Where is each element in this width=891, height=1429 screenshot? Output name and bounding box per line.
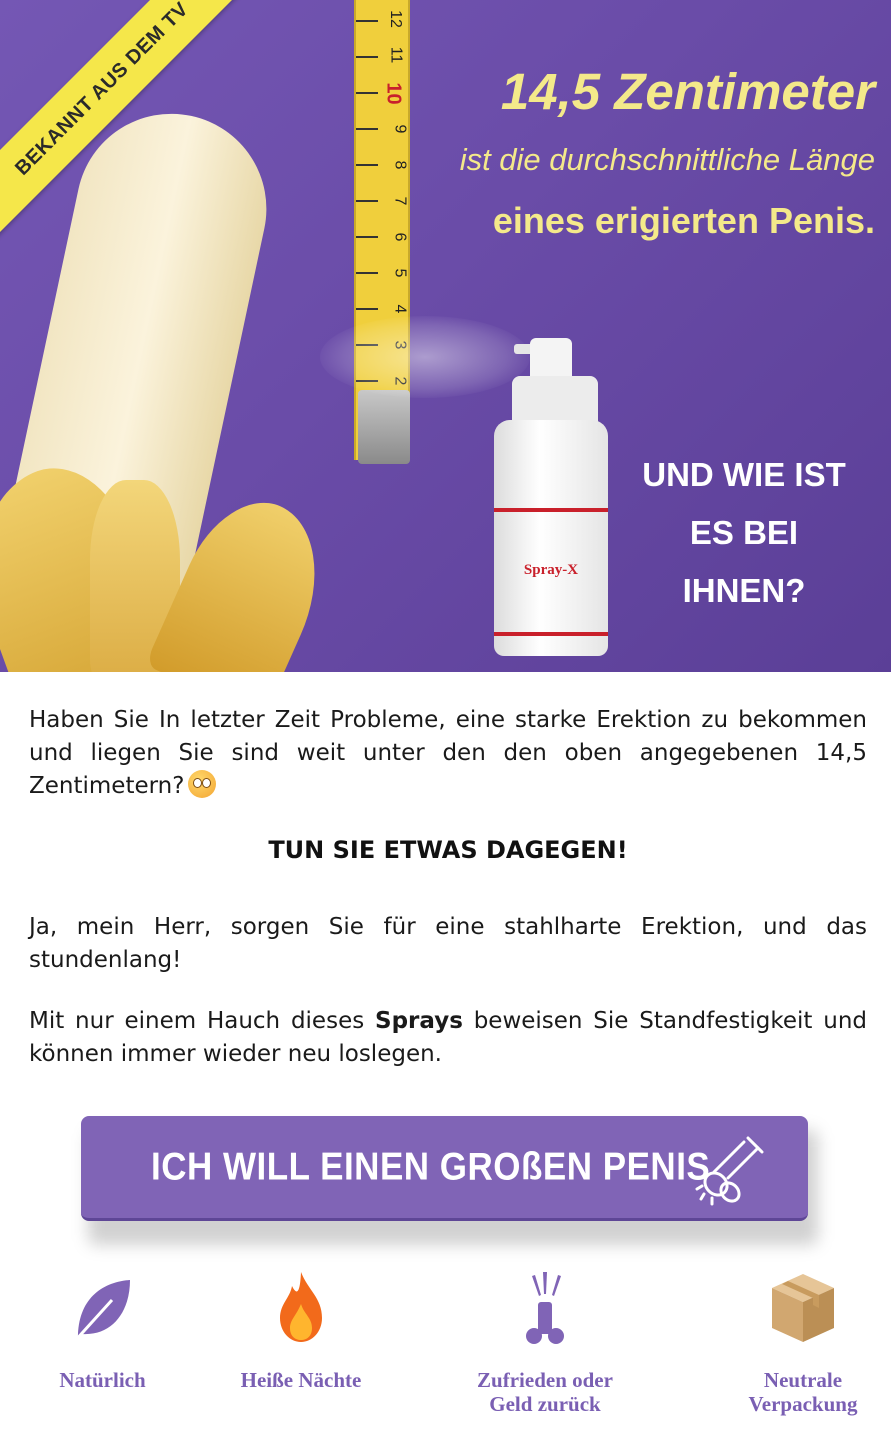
feature-label-line: Verpackung (748, 1392, 858, 1416)
order-cta-button[interactable]: ICH WILL EINEN GROßEN PENIS (81, 1116, 808, 1221)
cta-label: ICH WILL EINEN GROßEN PENIS (151, 1144, 711, 1189)
feature-label-line: Neutrale (763, 1368, 843, 1392)
flame-icon (280, 1272, 322, 1342)
hero-banner: 12 11 10 9 8 7 6 5 4 3 2 Spray-X BEKANNT… (0, 0, 891, 672)
package-icon (772, 1274, 834, 1342)
intro-paragraph: Haben Sie In letzter Zeit Probleme, eine… (29, 704, 867, 803)
feature-satisfaction: Zufrieden oder Geld zurück (450, 1268, 640, 1416)
tape-number: 6 (391, 232, 409, 242)
question-line: UND WIE IST (642, 456, 846, 493)
headline-length: 14,5 Zentimeter (500, 63, 875, 120)
bottle-cap (530, 338, 572, 378)
tape-clip (358, 390, 410, 464)
feature-label: Natürlich (59, 1368, 146, 1392)
tape-number: 9 (391, 124, 409, 134)
question-line: ES BEI IHNEN? (682, 514, 806, 609)
satisfaction-icon (526, 1272, 564, 1344)
bottle-neck (512, 376, 598, 424)
feature-label-line: Zufrieden oder (477, 1368, 613, 1392)
headline-tail: eines erigierten Penis. (492, 200, 875, 241)
feature-label-line: Geld zurück (489, 1392, 601, 1416)
bottle-label: Spray-X (523, 562, 579, 578)
tape-number: 10 (382, 82, 405, 105)
benefit-paragraph: Ja, mein Herr, sorgen Sie für eine stahl… (29, 914, 867, 973)
tape-number: 11 (387, 46, 405, 64)
feature-label: Neutrale Verpackung (728, 1368, 878, 1416)
feature-hot-nights: Heiße Nächte (222, 1268, 380, 1392)
headline-subtitle: ist die durchschnittliche Länge (459, 142, 875, 177)
tape-number: 7 (391, 196, 409, 206)
feature-neutral-packaging: Neutrale Verpackung (728, 1268, 878, 1416)
hero-question: UND WIE IST ES BEI IHNEN? (629, 446, 859, 620)
feature-label: Zufrieden oder Geld zurück (450, 1368, 640, 1416)
tape-number: 12 (387, 10, 405, 28)
spray-mist (320, 316, 530, 398)
penis-outline-icon (694, 1136, 764, 1206)
feature-natural: Natürlich (40, 1268, 165, 1392)
spray-bottle: Spray-X (494, 420, 608, 656)
leaf-icon (72, 1280, 130, 1344)
call-heading: TUN SIE ETWAS DAGEGEN! (268, 836, 628, 864)
tape-number: 8 (391, 160, 409, 170)
feature-label: Heiße Nächte (240, 1368, 362, 1392)
spray-paragraph: Mit nur einem Hauch dieses Sprays beweis… (29, 1005, 867, 1071)
spray-text-bold: Sprays (375, 1008, 463, 1034)
tape-number: 5 (391, 268, 409, 278)
article-content: Haben Sie In letzter Zeit Probleme, eine… (29, 704, 867, 1067)
spray-text-before: Mit nur einem Hauch dieses (29, 1008, 376, 1034)
flushed-face-emoji-icon (188, 770, 217, 798)
intro-text: Haben Sie In letzter Zeit Probleme, eine… (29, 707, 867, 799)
tape-number: 4 (391, 304, 409, 314)
